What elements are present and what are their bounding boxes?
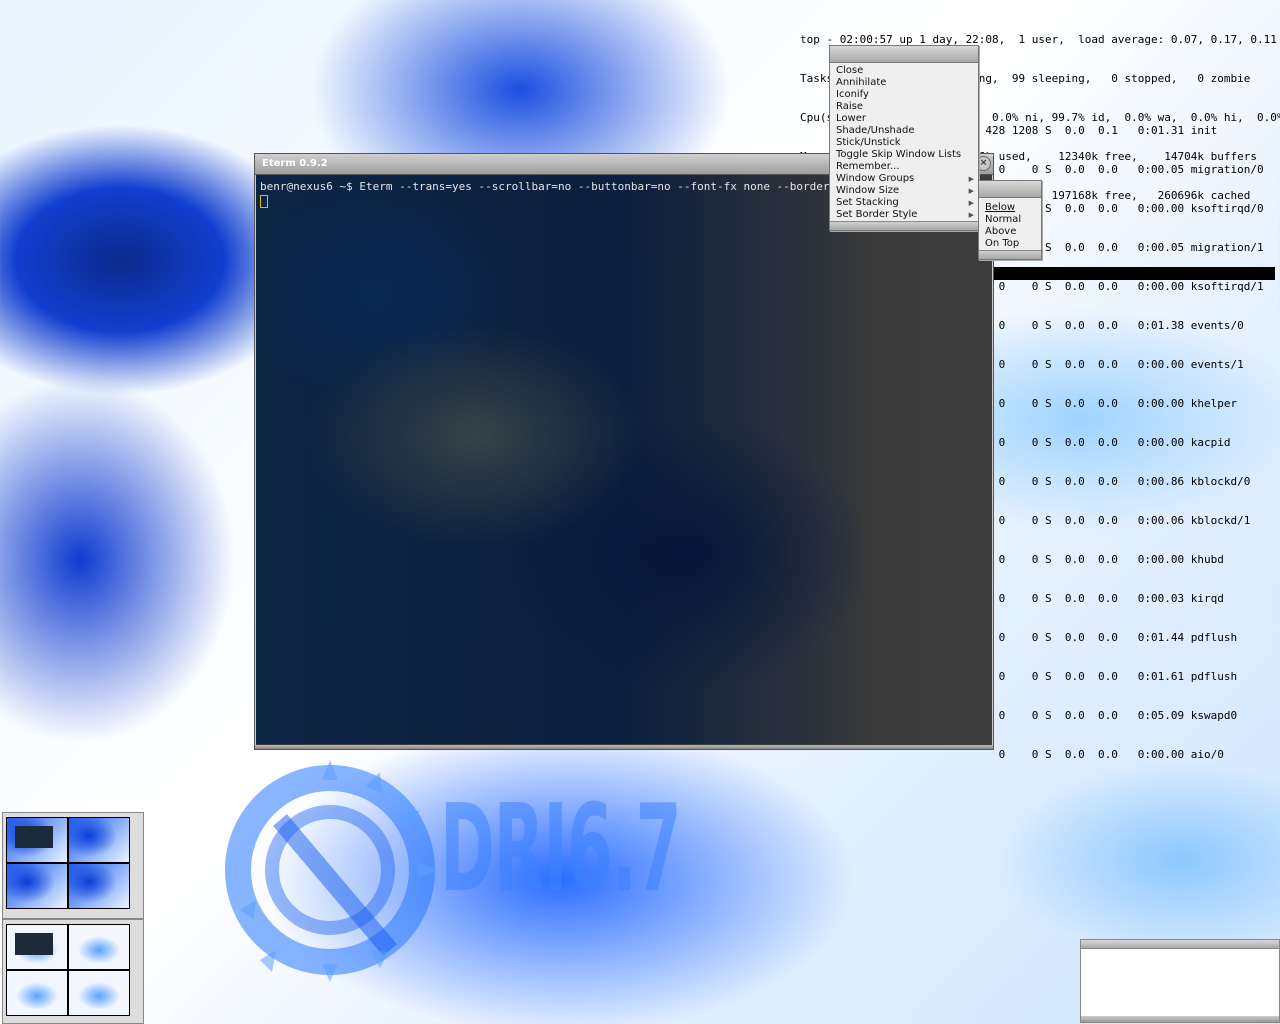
terminal-area[interactable]: benr@nexus6 ~$ Eterm --trans=yes --scrol… bbox=[256, 175, 992, 744]
terminal-cursor bbox=[260, 195, 268, 208]
stacking-item-normal[interactable]: Normal bbox=[979, 214, 1041, 226]
menu-item-set-stacking[interactable]: Set Stacking ▶ bbox=[830, 197, 978, 209]
submenu-arrow-icon: ▶ bbox=[968, 211, 974, 219]
iconbox-window[interactable] bbox=[1080, 939, 1280, 1023]
iconbox-titlebar[interactable] bbox=[1081, 940, 1279, 949]
menu-item-set-border-style[interactable]: Set Border Style ▶ bbox=[830, 209, 978, 221]
pager-desk-1[interactable] bbox=[7, 818, 67, 862]
submenu-titlebar[interactable] bbox=[979, 181, 1041, 198]
menu-item-close[interactable]: Close bbox=[830, 65, 978, 77]
menu-item-window-groups[interactable]: Window Groups ▶ bbox=[830, 173, 978, 185]
pager-desk-3[interactable] bbox=[7, 864, 67, 908]
desktop-pager-1[interactable] bbox=[2, 812, 144, 919]
pager-window-thumb bbox=[15, 933, 53, 955]
pager-desk-2[interactable] bbox=[69, 925, 129, 969]
submenu-arrow-icon: ▶ bbox=[968, 187, 974, 195]
desktop-pager-2[interactable] bbox=[2, 919, 144, 1024]
menu-item-lower[interactable]: Lower bbox=[830, 113, 978, 125]
eterm-window[interactable]: Eterm 0.9.2 × benr@nexus6 ~$ Eterm --tra… bbox=[254, 153, 994, 750]
menu-item-stick[interactable]: Stick/Unstick bbox=[830, 137, 978, 149]
stacking-item-on-top[interactable]: On Top bbox=[979, 238, 1041, 250]
menu-item-remember[interactable]: Remember... bbox=[830, 161, 978, 173]
submenu-arrow-icon: ▶ bbox=[968, 199, 974, 207]
pager-grid bbox=[6, 817, 130, 909]
pager-window-thumb bbox=[15, 826, 53, 848]
stacking-item-below[interactable]: Below bbox=[979, 202, 1041, 214]
submenu-footer bbox=[979, 250, 1041, 259]
pager-desk-2[interactable] bbox=[69, 818, 129, 862]
pager-desk-1[interactable] bbox=[7, 925, 67, 969]
eterm-title: Eterm 0.9.2 bbox=[262, 158, 328, 169]
submenu-arrow-icon: ▶ bbox=[968, 175, 974, 183]
menu-footer bbox=[830, 221, 978, 230]
window-ops-menu: Close Annihilate Iconify Raise Lower Sha… bbox=[829, 45, 979, 231]
menu-titlebar[interactable] bbox=[830, 46, 978, 63]
stacking-item-above[interactable]: Above bbox=[979, 226, 1041, 238]
menu-item-iconify[interactable]: Iconify bbox=[830, 89, 978, 101]
wallpaper-logo-text: DRI6.7 bbox=[440, 780, 682, 919]
stacking-submenu: Below Normal Above On Top bbox=[978, 180, 1042, 260]
wallpaper-logo-emblem bbox=[225, 760, 438, 982]
menu-item-skip-window-lists[interactable]: Toggle Skip Window Lists bbox=[830, 149, 978, 161]
menu-item-window-size[interactable]: Window Size ▶ bbox=[830, 185, 978, 197]
iconbox-footer bbox=[1081, 1016, 1279, 1022]
menu-item-raise[interactable]: Raise bbox=[830, 101, 978, 113]
menu-item-annihilate[interactable]: Annihilate bbox=[830, 77, 978, 89]
pager-desk-4[interactable] bbox=[69, 971, 129, 1015]
eterm-bottom-border[interactable] bbox=[255, 745, 993, 749]
menu-item-shade[interactable]: Shade/Unshade bbox=[830, 125, 978, 137]
pager-desk-4[interactable] bbox=[69, 864, 129, 908]
pager-desk-3[interactable] bbox=[7, 971, 67, 1015]
pager-grid bbox=[6, 924, 130, 1016]
